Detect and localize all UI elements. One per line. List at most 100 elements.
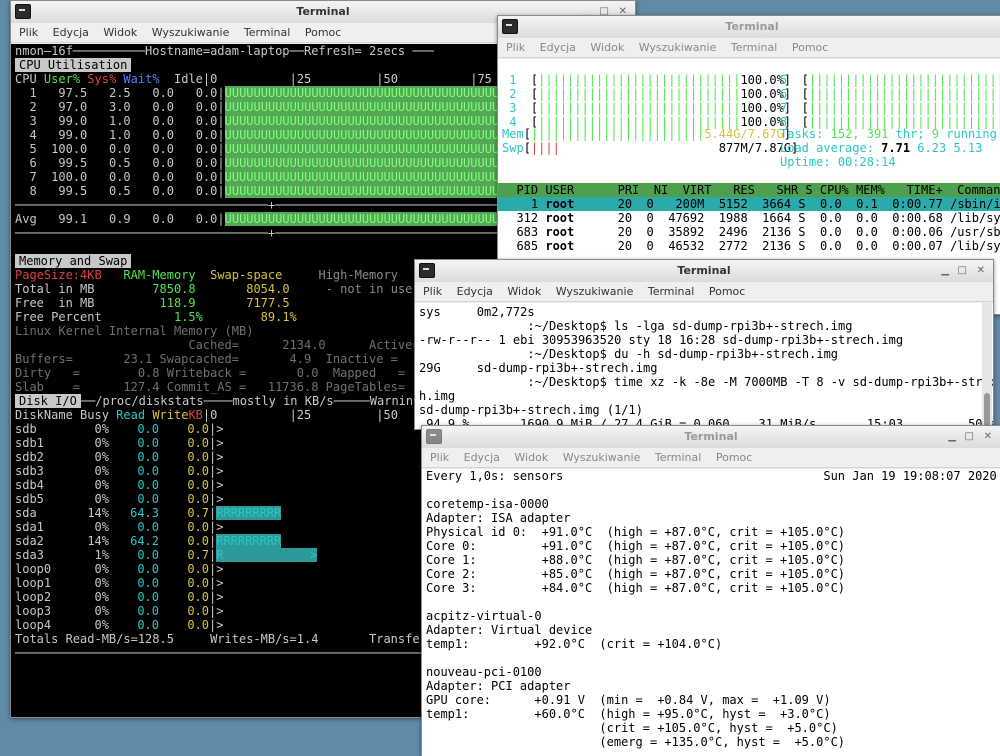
mem-percent-row: Free Percent 1.5% 89.1% (15, 310, 297, 324)
menu-wyszukiwanie[interactable]: Wyszukiwanie (563, 451, 641, 464)
terminal-line: :~/Desktop$ time xz -k -8e -M 7000MB -T … (419, 375, 993, 389)
menu-plik[interactable]: Plik (19, 26, 38, 39)
mem-free-row: Free in MB 118.9 7177.5 (15, 296, 290, 310)
htop-load-average: Load average: 7.71 6.23 5.13 (780, 141, 983, 155)
menu-widok[interactable]: Widok (103, 26, 137, 39)
terminal-line: :~/Desktop$ ls -lga sd-dump-rpi3b+-strec… (419, 319, 853, 333)
cpu-header-wait: Wait% (123, 72, 160, 86)
terminal-output[interactable]: Every 1,0s: sensors Sun Jan 19 19:08:07 … (422, 469, 1000, 756)
disk-row: loop2 0% 0.0 0.0|> (15, 590, 224, 604)
disk-header-info: ──/proc/diskstats────mostly in KB/s─────… (80, 394, 428, 408)
mem-head-swap: Swap-space (210, 268, 283, 282)
disk-head-busy: Busy (80, 408, 109, 422)
menu-edycja[interactable]: Edycja (540, 41, 576, 54)
terminal-window-sensors[interactable]: Terminal ▁ □ ✕ Plik Edycja Widok Wyszuki… (421, 425, 1000, 756)
nmon-hostinfo: ──────────Hostname=adam-laptop──Refresh=… (72, 44, 435, 58)
terminal-icon (15, 4, 31, 19)
terminal-line: sys 0m2,772s (419, 305, 535, 319)
terminal-line: Adapter: ISA adapter (426, 511, 571, 525)
mem-head-ram: RAM-Memory (123, 268, 196, 282)
disk-head-kb: KB (188, 408, 203, 422)
htop-process-row[interactable]: 312 root 20 0 47692 1988 1664 S 0.0 0.0 … (498, 211, 1000, 225)
htop-process-row[interactable]: 1 root 20 0 200M 5152 3664 S 0.0 0.1 0:0… (498, 197, 1000, 211)
kernel-mem-title: Linux Kernel Internal Memory (MB) (15, 324, 254, 338)
menu-terminal[interactable]: Terminal (655, 451, 702, 464)
terminal-line: temp1: +92.0°C (crit = +104.0°C) (426, 637, 723, 651)
title-bar[interactable]: Terminal ▁ □ ✕ (422, 426, 1000, 448)
menu-plik[interactable]: Plik (430, 451, 449, 464)
maximize-icon[interactable]: □ (965, 426, 974, 448)
cpu-header-scale: |0 |25 |50 |75 (202, 72, 492, 86)
htop-tasks: Tasks: 152, 391 thr; 9 running (780, 127, 997, 141)
disk-row: sda2 14% 64.2 0.0|RRRRRRRRR (15, 534, 282, 548)
terminal-icon (426, 429, 442, 444)
terminal-line: Adapter: Virtual device (426, 623, 593, 637)
kernel-line-2: Buffers= 23.1 Swapcached= 4.9 Inactive = (15, 352, 398, 366)
disk-row: sdb4 0% 0.0 0.0|> (15, 478, 224, 492)
window-title: Terminal (296, 5, 350, 18)
menu-pomoc[interactable]: Pomoc (792, 41, 828, 54)
cpu-header-idle: Idle (174, 72, 203, 86)
disk-row: sda3 1% 0.0 0.7|R > (15, 548, 318, 562)
title-bar[interactable]: Terminal (498, 16, 1000, 38)
terminal-line: Every 1,0s: sensors Sun Jan 19 19:08:07 … (426, 469, 997, 483)
terminal-line: h.img (419, 389, 456, 403)
disk-row: sda 14% 64.3 0.7|RRRRRRRRR (15, 506, 282, 520)
disk-row: sdb5 0% 0.0 0.0|> (15, 492, 224, 506)
htop-process-header[interactable]: PID USER PRI NI VIRT RES SHR S CPU% MEM%… (498, 183, 1000, 197)
terminal-line: 29G sd-dump-rpi3b+-strech.img (419, 361, 658, 375)
htop-cpu-meter: 1 [||||||||||||||||||||||||||||100.0%] (509, 73, 792, 87)
htop-process-row[interactable]: 685 root 20 0 46532 2772 2136 S 0.0 0.0 … (498, 239, 1000, 253)
terminal-window-xz[interactable]: Terminal ▁ □ ✕ Plik Edycja Widok Wyszuki… (414, 259, 994, 430)
close-icon[interactable]: ✕ (984, 426, 992, 448)
menu-widok[interactable]: Widok (514, 451, 548, 464)
menu-edycja[interactable]: Edycja (457, 285, 493, 298)
mem-head-high: High-Memory (318, 268, 398, 282)
maximize-icon[interactable]: □ (958, 260, 967, 282)
menu-edycja[interactable]: Edycja (53, 26, 89, 39)
disk-row: loop3 0% 0.0 0.0|> (15, 604, 224, 618)
menu-plik[interactable]: Plik (423, 285, 442, 298)
htop-cpu-meter: 2 [||||||||||||||||||||||||||||100.0%] (509, 87, 792, 101)
window-title: Terminal (677, 264, 731, 277)
terminal-icon (502, 19, 518, 34)
menu-widok[interactable]: Widok (507, 285, 541, 298)
menu-terminal[interactable]: Terminal (648, 285, 695, 298)
menu-bar: Plik Edycja Widok Wyszukiwanie Terminal … (498, 38, 1000, 58)
kernel-line-1: Cached= 2134.0 Active= (15, 338, 420, 352)
menu-plik[interactable]: Plik (506, 41, 525, 54)
memory-section-title: Memory and Swap (15, 254, 132, 268)
menu-pomoc[interactable]: Pomoc (305, 26, 341, 39)
cpu-header-user: User% (43, 72, 81, 86)
menu-terminal[interactable]: Terminal (731, 41, 778, 54)
scrollbar[interactable] (982, 303, 992, 429)
kernel-line-3: Dirty = 0.8 Writeback = 0.0 Mapped = (15, 366, 406, 380)
menu-pomoc[interactable]: Pomoc (709, 285, 745, 298)
disk-section-title: Disk I/O (15, 394, 81, 408)
menu-wyszukiwanie[interactable]: Wyszukiwanie (556, 285, 634, 298)
close-icon[interactable]: ✕ (977, 260, 985, 282)
minimize-icon[interactable]: ▁ (941, 260, 949, 282)
terminal-output[interactable]: sys 0m2,772s :~/Desktop$ ls -lga sd-dump… (415, 303, 993, 429)
window-title: Terminal (684, 430, 738, 443)
menu-wyszukiwanie[interactable]: Wyszukiwanie (152, 26, 230, 39)
terminal-line: Core 0: +91.0°C (high = +87.0°C, crit = … (426, 539, 846, 553)
disk-row: loop1 0% 0.0 0.0|> (15, 576, 224, 590)
disk-head-read: Read (116, 408, 146, 422)
menu-wyszukiwanie[interactable]: Wyszukiwanie (639, 41, 717, 54)
menu-widok[interactable]: Widok (590, 41, 624, 54)
menu-terminal[interactable]: Terminal (244, 26, 291, 39)
cpu-separator-2: ───────────────────────────────────+────… (15, 226, 507, 240)
disk-head-name: DiskName (15, 408, 73, 422)
title-bar[interactable]: Terminal ▁ □ ✕ (415, 260, 993, 282)
menu-edycja[interactable]: Edycja (464, 451, 500, 464)
window-title: Terminal (725, 20, 779, 33)
minimize-icon[interactable]: ▁ (948, 426, 956, 448)
terminal-line: nouveau-pci-0100 (426, 665, 542, 679)
htop-process-row[interactable]: 683 root 20 0 35892 2496 2136 S 0.0 0.0 … (498, 225, 1000, 239)
mem-total-row: Total in MB 7850.8 8054.0 - not in use (15, 282, 413, 296)
htop-cpu-meter: 7 [||||||||||||||||||||||||||||||100 (780, 101, 1000, 115)
terminal-line: temp1: +60.0°C (high = +95.0°C, hyst = +… (426, 707, 831, 721)
terminal-line: (crit = +105.0°C, hyst = +5.0°C) (426, 721, 838, 735)
menu-pomoc[interactable]: Pomoc (716, 451, 752, 464)
